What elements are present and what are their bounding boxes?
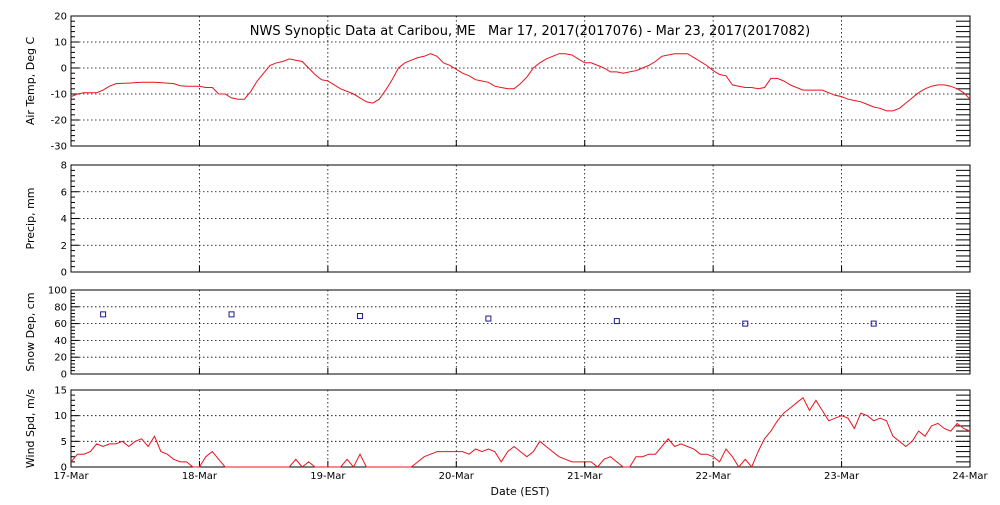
xtick-label: 23-Mar	[824, 471, 860, 482]
chart-svg: NWS Synoptic Data at Caribou, ME Mar 17,…	[24, 12, 988, 499]
xtick-label: 20-Mar	[439, 471, 475, 482]
air-temp-ytick-label: 0	[61, 64, 67, 75]
xtick-label: 24-Mar	[952, 471, 988, 482]
panel-wind-speed: 051015Wind Spd, m/s	[24, 386, 971, 474]
snow-depth-ytick-label: 40	[54, 336, 67, 347]
wind-speed-series-line	[70, 396, 971, 468]
chart-title: NWS Synoptic Data at Caribou, ME Mar 17,…	[250, 24, 810, 39]
air-temp-ytick-label: 20	[54, 12, 67, 23]
precip-y-axis-label: Precip, mm	[24, 188, 37, 250]
snow-depth-ytick-label: 20	[54, 353, 67, 364]
snow-depth-marker	[485, 315, 492, 322]
xtick-label: 17-Mar	[53, 471, 89, 482]
air-temp-ytick-label: -30	[51, 142, 67, 153]
wind-speed-y-axis-label: Wind Spd, m/s	[24, 389, 37, 469]
precip-ytick-label: 8	[61, 161, 67, 172]
panel-precip: 0 2 4 6 8 Precip, mm	[24, 161, 971, 279]
air-temp-series-line	[70, 53, 971, 112]
snow-depth-marker	[228, 311, 235, 318]
wind-speed-ytick-label: 15	[54, 386, 67, 397]
x-tick-labels: 17-Mar 18-Mar 19-Mar 20-Mar 21-Mar 22-Mar 23-M…	[53, 471, 988, 482]
panels-group: -30 -20 -10 0 10 20 Air Temp, Deg C 0 2 4 6 8 Precip…	[24, 12, 988, 483]
wind-speed-ytick-label: 10	[54, 411, 67, 422]
precip-ytick-label: 0	[61, 268, 67, 279]
snow-depth-ytick-label: 60	[54, 319, 67, 330]
snow-depth-ytick-label: 0	[61, 370, 67, 381]
precip-ytick-label: 6	[61, 187, 67, 198]
precip-ytick-label: 4	[61, 214, 67, 225]
air-temp-ytick-label: 10	[54, 38, 67, 49]
xtick-label: 22-Mar	[696, 471, 732, 482]
x-axis-label: Date (EST)	[490, 485, 549, 498]
snow-depth-ytick-label: 100	[48, 286, 67, 297]
air-temp-y-axis-label: Air Temp, Deg C	[24, 37, 37, 126]
panel-snow-depth: 0 20 40 60 80 100 Snow Dep, cm	[24, 286, 971, 381]
xtick-label: 18-Mar	[182, 471, 218, 482]
snow-depth-marker	[613, 318, 620, 325]
wind-speed-frame	[70, 389, 971, 468]
chart-root: NWS Synoptic Data at Caribou, ME Mar 17,…	[0, 0, 1000, 500]
snow-depth-ytick-label: 80	[54, 302, 67, 313]
wind-speed-ytick-label: 5	[61, 437, 67, 448]
air-temp-ytick-label: -20	[51, 116, 67, 127]
precip-ytick-label: 2	[61, 241, 67, 252]
xtick-label: 19-Mar	[310, 471, 346, 482]
air-temp-ytick-label: -10	[51, 90, 67, 101]
xtick-label: 21-Mar	[567, 471, 603, 482]
snow-depth-y-axis-label: Snow Dep, cm	[24, 292, 37, 371]
snow-depth-marker	[356, 313, 363, 320]
snow-depth-frame	[70, 289, 971, 375]
snow-depth-marker	[100, 311, 107, 318]
